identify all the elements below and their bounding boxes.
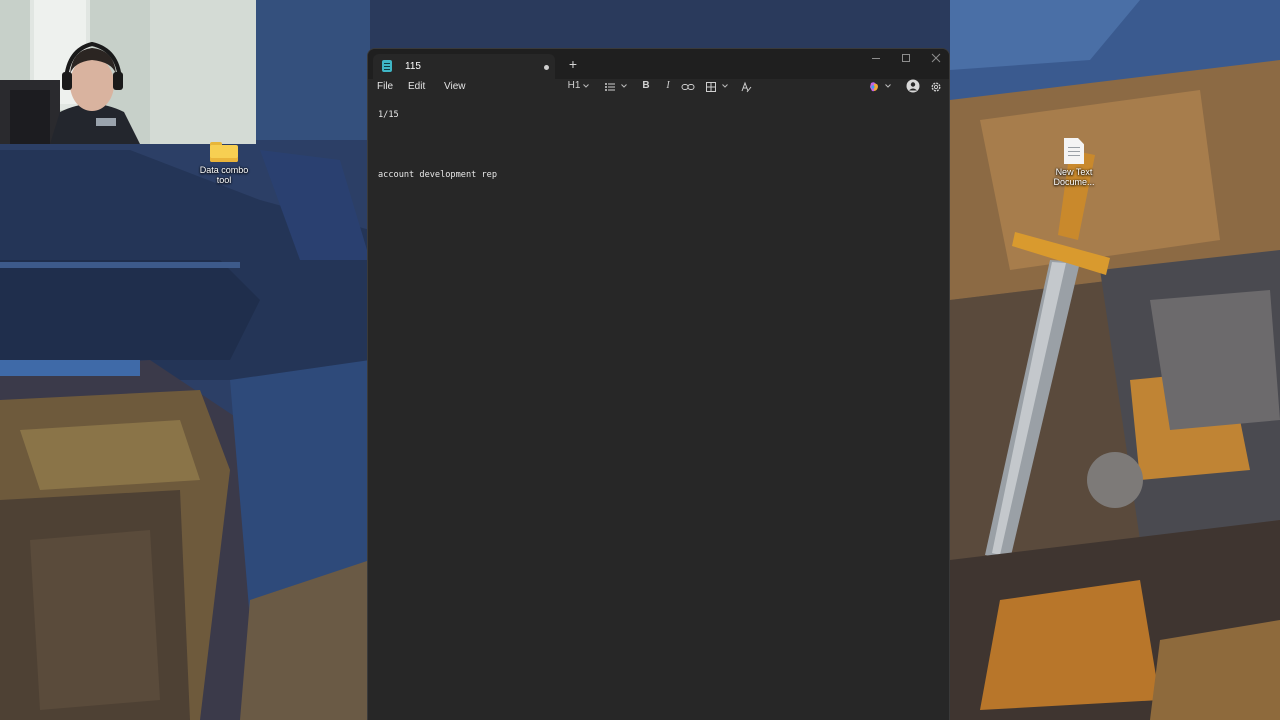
editor-line: account development rep [378, 170, 497, 180]
minimize-button[interactable] [861, 49, 891, 67]
menu-bar: File Edit View [368, 79, 949, 94]
italic-button[interactable]: I [663, 79, 673, 93]
close-button[interactable] [921, 49, 949, 67]
webcam-overlay [0, 0, 256, 144]
heading-dropdown[interactable]: H1 [567, 79, 581, 93]
clear-formatting-icon[interactable] [740, 80, 752, 94]
title-bar: 115 + [368, 49, 949, 79]
new-tab-button[interactable]: + [565, 56, 581, 72]
notepad-app-icon [382, 60, 392, 72]
tab-document[interactable]: 115 [373, 54, 555, 79]
desktop-icon-label: New Text Docume... [1053, 167, 1095, 187]
folder-icon [210, 142, 238, 162]
table-icon[interactable] [705, 80, 717, 94]
gear-icon[interactable] [930, 80, 942, 94]
copilot-icon[interactable] [868, 80, 880, 94]
menu-edit[interactable]: Edit [408, 81, 425, 92]
maximize-button[interactable] [891, 49, 921, 67]
text-document-icon [1064, 138, 1084, 164]
account-icon[interactable] [906, 79, 920, 93]
editor-line: 1/15 [378, 110, 399, 120]
webcam-feed-icon [0, 0, 256, 144]
chevron-down-icon[interactable] [722, 83, 728, 89]
chevron-down-icon[interactable] [583, 83, 589, 89]
unsaved-dot-icon[interactable] [544, 65, 549, 70]
close-icon [931, 53, 941, 63]
menu-view[interactable]: View [444, 81, 466, 92]
tab-title: 115 [405, 61, 421, 72]
chevron-down-icon[interactable] [621, 83, 627, 89]
link-icon[interactable] [681, 80, 695, 94]
minimize-icon [872, 58, 880, 59]
bold-button[interactable]: B [641, 79, 651, 93]
maximize-icon [902, 54, 910, 62]
desktop-icon-new-text-document[interactable]: New Text Docume... [1042, 138, 1106, 187]
notepad-window: 115 + File Edit View H1 B I 1/15 account… [367, 48, 950, 720]
desktop-icon-data-combo-tool[interactable]: Data combo tool [192, 142, 256, 185]
menu-file[interactable]: File [377, 81, 393, 92]
chevron-down-icon[interactable] [885, 83, 891, 89]
text-editor[interactable]: 1/15 account development rep [368, 101, 949, 720]
desktop-icon-label: Data combo tool [199, 165, 249, 185]
list-icon[interactable] [604, 80, 616, 94]
